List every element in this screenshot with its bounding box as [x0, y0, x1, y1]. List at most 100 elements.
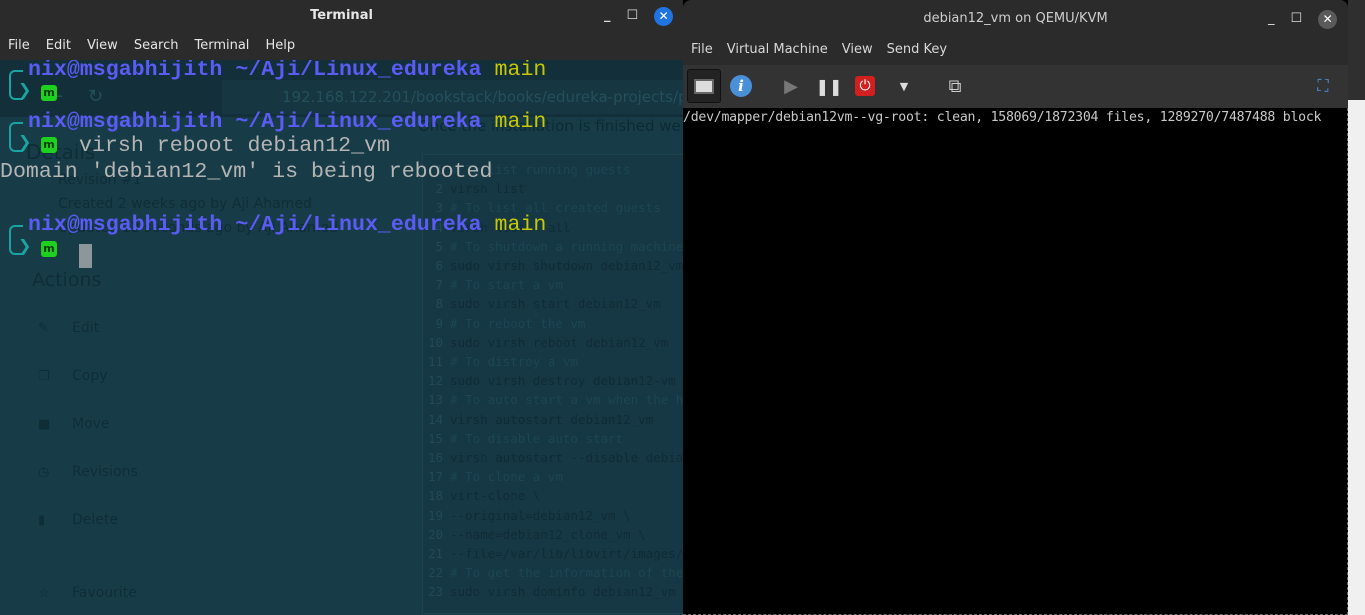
vm-toolbar: i ▶ ❚❚ ⏻ ▼ ⧉ ⛶	[683, 65, 1348, 108]
code-line: 15 # To disable auto start	[423, 431, 623, 446]
prompt-branch: main	[494, 60, 547, 82]
prompt-line: nix@msgabhijith ~/Aji/Linux_edureka main	[28, 109, 546, 135]
code-line-text: # To clone a vm	[450, 469, 563, 485]
fullscreen-icon[interactable]: ⛶	[1307, 70, 1339, 102]
code-line-number: 15	[427, 430, 443, 446]
vm-title: debian12_vm on QEMU/KVM	[923, 11, 1108, 26]
code-line-number: 22	[427, 565, 443, 581]
background-meta: Created 2 weeks ago by Aji Ahamed	[58, 196, 312, 212]
code-line-number: 19	[427, 507, 443, 523]
run-icon[interactable]: ▶	[775, 70, 807, 102]
code-line: 21 --file=/var/lib/libvirt/images/de	[423, 546, 683, 561]
info-icon[interactable]: i	[725, 70, 757, 102]
code-line-number: 12	[427, 373, 443, 389]
code-line-text: sudo virsh shutdown debian12_vm	[450, 258, 683, 273]
code-line: 7 # To start a vm	[423, 277, 563, 293]
prompt-arrow-icon: ❯	[18, 80, 32, 99]
terminal-body[interactable]: ← ↻ 192.168.122.201/bookstack/books/edur…	[0, 60, 683, 615]
code-line-text: sudo virsh destroy debian12-vm	[450, 373, 676, 389]
code-line-number: 11	[427, 354, 443, 369]
star-icon: ☆	[38, 586, 50, 601]
code-line: 19 --original=debian12_vm \	[423, 508, 631, 523]
close-button[interactable]: ✕	[654, 6, 674, 26]
code-line: 9 # To reboot the vm	[423, 316, 585, 331]
linux-mint-icon: m	[41, 137, 57, 153]
vm-viewer-window: debian12_vm on QEMU/KVM _ ☐ ✕ File Virtu…	[683, 0, 1348, 615]
prompt-user-host: nix@msgabhijith	[28, 213, 223, 237]
code-line-number: 18	[427, 488, 443, 504]
code-line: 17 # To clone a vm	[423, 469, 563, 484]
vm-maximize-button[interactable]: ☐	[1291, 0, 1303, 38]
code-line-text: # To reboot the vm	[450, 315, 586, 331]
folder-icon: ■	[38, 417, 51, 432]
code-line-text: # To start a vm	[450, 277, 563, 293]
code-line-number: 14	[427, 411, 443, 427]
code-line-number: 8	[435, 296, 443, 312]
vm-minimize-button[interactable]: _	[1268, 0, 1275, 38]
menu-view[interactable]: View	[87, 32, 118, 60]
background-action-revisions: Revisions	[72, 464, 138, 480]
code-line-number: 10	[427, 334, 443, 350]
menu-help[interactable]: Help	[265, 32, 295, 60]
code-line-text: # To shutdown a running machine	[450, 238, 683, 254]
command-output: Domain 'debian12_vm' is being rebooted	[0, 160, 493, 184]
code-line-text: virt-clone \	[450, 488, 541, 504]
prompt-arrow-icon: ❯	[18, 236, 32, 255]
code-line: 18 virt-clone \	[423, 488, 540, 503]
browser-reload-icon: ↻	[88, 86, 104, 107]
command-text: virsh reboot debian12_vm	[79, 134, 391, 158]
code-line-text: sudo virsh reboot debian12_vm	[450, 334, 669, 350]
vm-titlebar: debian12_vm on QEMU/KVM _ ☐ ✕	[683, 0, 1348, 35]
console-icon[interactable]	[687, 69, 721, 103]
menu-edit[interactable]: Edit	[46, 32, 71, 60]
code-line-text: # To disable auto start	[450, 430, 624, 446]
history-icon: ◷	[38, 465, 50, 480]
code-line-number: 9	[435, 315, 443, 331]
minimize-button[interactable]: _	[604, 0, 611, 32]
code-line-text: --name=debian12_clone_vm \	[450, 526, 646, 542]
vm-display[interactable]: /dev/mapper/debian12vm--vg-root: clean, …	[683, 108, 1348, 615]
terminal-title: Terminal	[310, 8, 373, 23]
vm-menubar: File Virtual Machine View Send Key	[683, 35, 1348, 65]
background-actions-heading: Actions	[32, 269, 102, 291]
vm-menu-send-key[interactable]: Send Key	[887, 35, 947, 65]
vm-console-output: /dev/mapper/debian12vm--vg-root: clean, …	[683, 110, 1322, 125]
shutdown-icon[interactable]: ⏻	[849, 70, 881, 102]
code-line-number: 20	[427, 526, 443, 542]
background-action-delete: Delete	[72, 512, 118, 528]
prompt-arrow-icon: ❯	[18, 132, 32, 151]
terminal-cursor	[79, 244, 92, 268]
vm-menu-virtual-machine[interactable]: Virtual Machine	[727, 35, 828, 65]
prompt-path: ~/Aji/Linux_edureka	[235, 213, 482, 237]
terminal-titlebar: Terminal _ ☐ ✕	[0, 0, 683, 32]
code-line: 16 virsh autostart --disable debian	[423, 450, 683, 465]
menu-file[interactable]: File	[8, 32, 30, 60]
code-line: 20 --name=debian12_clone_vm \	[423, 527, 646, 542]
code-line-text: --original=debian12_vm \	[450, 507, 631, 523]
code-line-text: virsh autostart --disable debian	[450, 450, 683, 465]
menu-search[interactable]: Search	[134, 32, 179, 60]
pencil-icon: ✎	[38, 321, 49, 336]
maximize-button[interactable]: ☐	[627, 0, 639, 32]
code-line: 23 sudo virsh dominfo debian12_vm	[423, 584, 676, 599]
menu-terminal[interactable]: Terminal	[194, 32, 249, 60]
linux-mint-icon: m	[41, 241, 57, 257]
shutdown-menu-icon[interactable]: ▼	[888, 70, 920, 102]
code-line-number: 21	[427, 546, 443, 561]
pause-icon[interactable]: ❚❚	[813, 70, 845, 102]
code-line-text: --file=/var/lib/libvirt/images/de	[450, 546, 683, 561]
code-line: 12 sudo virsh destroy debian12-vm	[423, 373, 676, 388]
snapshots-icon[interactable]: ⧉	[939, 70, 971, 102]
terminal-window: Terminal _ ☐ ✕ File Edit View Search Ter…	[0, 0, 683, 615]
background-action-move: Move	[72, 416, 110, 432]
code-line-number: 6	[435, 258, 443, 273]
code-line: 14 virsh autostart debian12_vm	[423, 412, 653, 427]
code-line: 10 sudo virsh reboot debian12_vm	[423, 335, 668, 350]
vm-menu-file[interactable]: File	[691, 35, 713, 65]
vm-close-button[interactable]: ✕	[1318, 9, 1338, 29]
prompt-path: ~/Aji/Linux_edureka	[235, 60, 482, 82]
linux-mint-icon: m	[41, 85, 57, 101]
code-line: 22 # To get the information of the	[423, 565, 683, 580]
vm-menu-view[interactable]: View	[842, 35, 873, 65]
code-line-text: # To auto start a vm when the ho	[450, 392, 683, 408]
